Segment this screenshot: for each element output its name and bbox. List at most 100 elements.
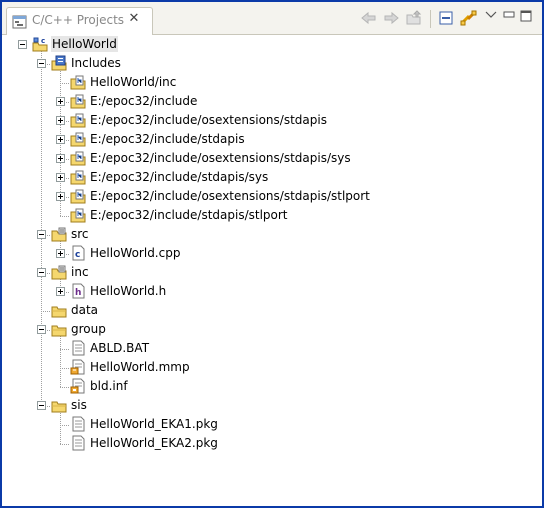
tree-item[interactable]: h HelloWorld.h bbox=[2, 282, 542, 301]
tree-item-label: group bbox=[71, 322, 106, 336]
tree-connector bbox=[41, 311, 50, 312]
tree-item[interactable]: HelloWorld_EKA2.pkg bbox=[2, 434, 542, 453]
cpp-file-icon: c bbox=[72, 245, 85, 261]
folder-icon bbox=[51, 325, 67, 337]
tree-item-label: E:/epoc32/include bbox=[90, 94, 198, 108]
source-folder-icon bbox=[51, 227, 67, 242]
text-file-icon bbox=[72, 416, 85, 432]
includes-container-icon bbox=[51, 55, 67, 71]
source-folder-icon bbox=[51, 265, 67, 280]
svg-text:h: h bbox=[75, 288, 81, 298]
tree-connector bbox=[60, 387, 69, 388]
include-folder-icon bbox=[70, 189, 86, 204]
minimize-icon[interactable] bbox=[500, 8, 518, 24]
expand-toggle-icon[interactable] bbox=[56, 116, 65, 125]
tree-item[interactable]: HelloWorld.mmp bbox=[2, 358, 542, 377]
tree-connector bbox=[60, 368, 69, 369]
cpp-projects-view: C/C++ Projects ✕ c HelloWorld Includes H… bbox=[0, 0, 544, 508]
collapse-toggle-icon[interactable] bbox=[37, 325, 46, 334]
tree-item[interactable]: group bbox=[2, 320, 542, 339]
include-folder-icon bbox=[70, 170, 86, 185]
tree-connector bbox=[60, 444, 69, 445]
tree-item-label: HelloWorld.cpp bbox=[90, 246, 181, 260]
tree-item[interactable]: E:/epoc32/include/stdapis/sys bbox=[2, 168, 542, 187]
close-icon[interactable]: ✕ bbox=[127, 12, 141, 26]
tree-item-label: E:/epoc32/include/stdapis bbox=[90, 132, 245, 146]
project-tree: c HelloWorld Includes HelloWorld/inc E:/epoc… bbox=[2, 35, 542, 506]
tree-item[interactable]: E:/epoc32/include/stdapis/stlport bbox=[2, 206, 542, 225]
tree-item-label: inc bbox=[71, 265, 89, 279]
back-arrow-icon[interactable] bbox=[360, 10, 378, 26]
collapse-toggle-icon[interactable] bbox=[37, 268, 46, 277]
tree-item-label: HelloWorld bbox=[51, 36, 118, 52]
tree-item[interactable]: E:/epoc32/include/stdapis bbox=[2, 130, 542, 149]
tree-item[interactable]: HelloWorld_EKA1.pkg bbox=[2, 415, 542, 434]
collapse-toggle-icon[interactable] bbox=[37, 59, 46, 68]
expand-toggle-icon[interactable] bbox=[56, 173, 65, 182]
collapse-toggle-icon[interactable] bbox=[18, 40, 27, 49]
tree-item[interactable]: E:/epoc32/include bbox=[2, 92, 542, 111]
tree-item[interactable]: sis bbox=[2, 396, 542, 415]
tree-item-label: HelloWorld.h bbox=[90, 284, 167, 298]
svg-text:c: c bbox=[41, 37, 45, 45]
tree-item[interactable]: HelloWorld/inc bbox=[2, 73, 542, 92]
tree-item[interactable]: bld.inf bbox=[2, 377, 542, 396]
header-file-icon: h bbox=[72, 283, 85, 299]
folder-icon bbox=[51, 401, 67, 413]
tree-item-label: E:/epoc32/include/stdapis/sys bbox=[90, 170, 269, 184]
maximize-icon[interactable] bbox=[518, 8, 536, 24]
tree-item[interactable]: E:/epoc32/include/osextensions/stdapis bbox=[2, 111, 542, 130]
tree-item-label: Includes bbox=[71, 56, 121, 70]
tree-item-label: HelloWorld_EKA1.pkg bbox=[90, 417, 218, 431]
collapse-all-icon[interactable] bbox=[438, 10, 456, 26]
tree-item[interactable]: c HelloWorld.cpp bbox=[2, 244, 542, 263]
text-file-icon bbox=[72, 435, 85, 451]
up-folder-icon[interactable] bbox=[405, 10, 423, 26]
expand-toggle-icon[interactable] bbox=[56, 287, 65, 296]
view-menu-chevron-icon[interactable] bbox=[482, 8, 500, 24]
tree-connector bbox=[60, 83, 69, 84]
tree-item-label: HelloWorld_EKA2.pkg bbox=[90, 436, 218, 450]
forward-arrow-icon[interactable] bbox=[382, 10, 400, 26]
tree-item[interactable]: E:/epoc32/include/osextensions/stdapis/s… bbox=[2, 187, 542, 206]
tree-item[interactable]: inc bbox=[2, 263, 542, 282]
tree-connector bbox=[60, 216, 69, 217]
tree-connector bbox=[60, 425, 69, 426]
expand-toggle-icon[interactable] bbox=[56, 154, 65, 163]
include-folder-icon bbox=[70, 94, 86, 109]
tree-item-label: E:/epoc32/include/osextensions/stdapis/s… bbox=[90, 151, 351, 165]
svg-text:c: c bbox=[75, 250, 80, 260]
tree-item[interactable]: c HelloWorld bbox=[2, 35, 542, 54]
expand-toggle-icon[interactable] bbox=[56, 249, 65, 258]
mmp-file-icon bbox=[70, 359, 85, 375]
c-project-icon: c bbox=[32, 37, 48, 52]
collapse-toggle-icon[interactable] bbox=[37, 401, 46, 410]
include-folder-icon bbox=[70, 75, 86, 90]
tree-item-label: bld.inf bbox=[90, 379, 128, 393]
view-toolbar: C/C++ Projects ✕ bbox=[2, 2, 542, 35]
tree-item[interactable]: Includes bbox=[2, 54, 542, 73]
include-folder-icon bbox=[70, 151, 86, 166]
expand-toggle-icon[interactable] bbox=[56, 135, 65, 144]
text-file-icon bbox=[72, 340, 85, 356]
folder-icon bbox=[51, 306, 67, 318]
toolbar-separator bbox=[430, 10, 431, 28]
collapse-toggle-icon[interactable] bbox=[37, 230, 46, 239]
view-title: C/C++ Projects bbox=[32, 13, 125, 27]
tree-item[interactable]: E:/epoc32/include/osextensions/stdapis/s… bbox=[2, 149, 542, 168]
include-folder-icon bbox=[70, 113, 86, 128]
link-with-editor-icon[interactable] bbox=[460, 10, 478, 26]
tree-item[interactable]: data bbox=[2, 301, 542, 320]
cpp-projects-view-icon bbox=[12, 15, 27, 29]
tree-item-label: HelloWorld.mmp bbox=[90, 360, 190, 374]
inf-file-icon bbox=[70, 378, 85, 394]
expand-toggle-icon[interactable] bbox=[56, 97, 65, 106]
expand-toggle-icon[interactable] bbox=[56, 192, 65, 201]
tree-item-label: src bbox=[71, 227, 89, 241]
tree-item-label: data bbox=[71, 303, 99, 317]
tree-item[interactable]: src bbox=[2, 225, 542, 244]
tab-cpp-projects[interactable]: C/C++ Projects ✕ bbox=[6, 7, 153, 35]
tree-item[interactable]: ABLD.BAT bbox=[2, 339, 542, 358]
include-folder-icon bbox=[70, 208, 86, 223]
tree-item-label: sis bbox=[71, 398, 87, 412]
